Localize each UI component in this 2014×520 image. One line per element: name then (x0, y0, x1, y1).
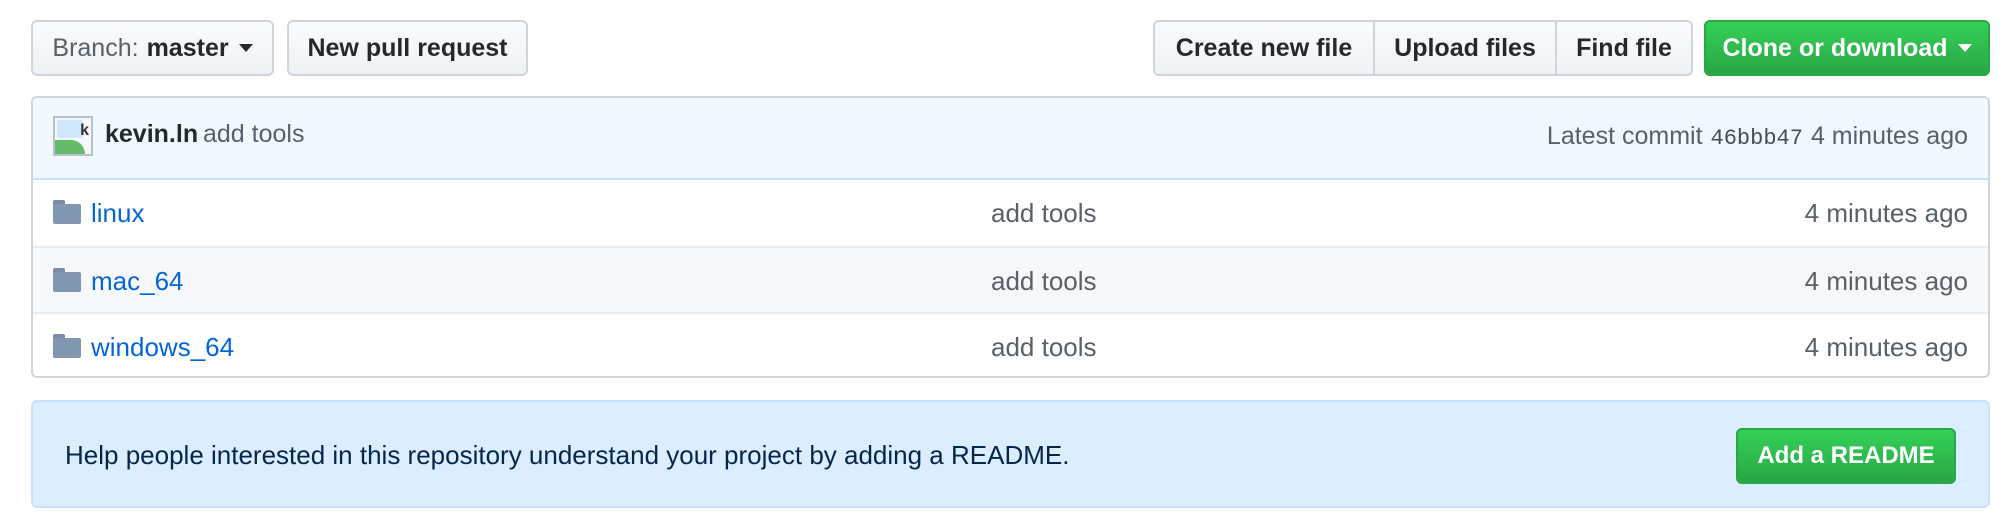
file-commit-message[interactable]: add tools (991, 198, 1097, 229)
latest-commit-info: Latest commit 46bbb47 4 minutes ago (1547, 122, 1968, 151)
latest-commit-label: Latest commit (1546, 122, 1703, 150)
file-commit-message[interactable]: add tools (991, 332, 1097, 363)
file-age: 4 minutes ago (1804, 198, 1968, 228)
add-readme-button[interactable]: Add a README (1736, 428, 1956, 484)
create-new-file-button[interactable]: Create new file (1155, 22, 1375, 74)
folder-icon (53, 334, 81, 358)
upload-files-button[interactable]: Upload files (1375, 22, 1557, 74)
commit-author[interactable]: kevin.ln (105, 120, 198, 149)
avatar[interactable]: k (53, 116, 93, 156)
commit-bar: k kevin.ln add tools Latest commit 46bbb… (33, 98, 1988, 180)
broken-image-icon (57, 120, 83, 138)
commit-time: 4 minutes ago (1810, 122, 1968, 150)
table-row: mac_64 add tools 4 minutes ago (33, 246, 1988, 312)
clone-label: Clone or download (1722, 33, 1948, 62)
table-row: linux add tools 4 minutes ago (33, 180, 1988, 246)
readme-prompt-text: Help people interested in this repositor… (65, 440, 1070, 470)
chevron-down-icon (1957, 44, 1972, 52)
commit-sha[interactable]: 46bbb47 (1711, 126, 1803, 151)
file-age: 4 minutes ago (1804, 266, 1968, 296)
chevron-down-icon (238, 44, 253, 52)
branch-name: master (146, 33, 229, 62)
file-name-link[interactable]: mac_64 (91, 266, 184, 297)
folder-icon (53, 200, 81, 224)
new-pull-request-button[interactable]: New pull request (287, 20, 528, 76)
file-commit-message[interactable]: add tools (991, 266, 1097, 297)
clone-or-download-button[interactable]: Clone or download (1704, 20, 1990, 76)
folder-icon (53, 268, 81, 292)
commit-message[interactable]: add tools (203, 120, 304, 149)
file-actions-group: Create new file Upload files Find file (1153, 20, 1693, 76)
branch-label: Branch: (52, 33, 139, 62)
branch-select-button[interactable]: Branch: master (31, 20, 274, 76)
file-name-link[interactable]: windows_64 (91, 332, 234, 363)
file-table: k kevin.ln add tools Latest commit 46bbb… (31, 96, 1990, 378)
find-file-button[interactable]: Find file (1557, 22, 1691, 74)
file-age: 4 minutes ago (1804, 332, 1968, 362)
file-name-link[interactable]: linux (91, 198, 144, 229)
readme-prompt: Help people interested in this repositor… (31, 400, 1990, 508)
table-row: windows_64 add tools 4 minutes ago (33, 312, 1988, 376)
